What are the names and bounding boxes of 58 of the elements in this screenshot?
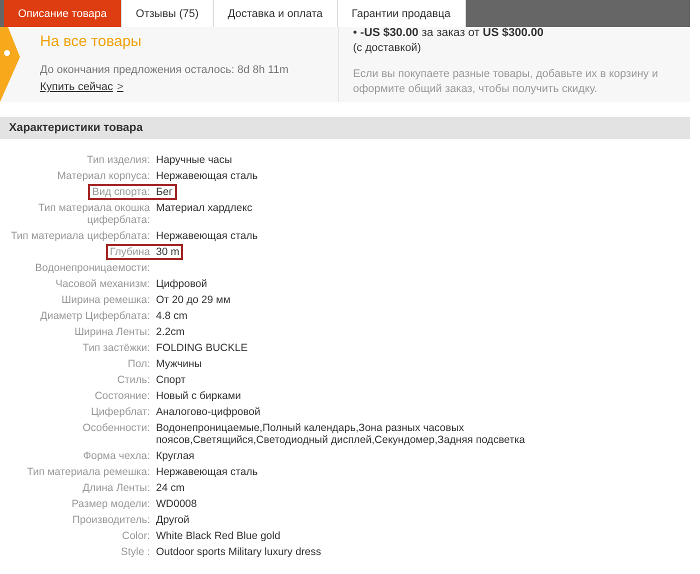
spec-value: Аналогово-цифровой xyxy=(155,405,262,420)
spec-value: Нержавеющая сталь xyxy=(155,465,259,480)
spec-label: Тип изделия: xyxy=(86,153,151,168)
spec-value: 4.8 cm xyxy=(155,309,189,324)
spec-value: Мужчины xyxy=(155,357,203,372)
spec-label: Style : xyxy=(120,545,151,560)
spec-value: White Black Red Blue gold xyxy=(155,529,282,544)
spec-value: 24 cm xyxy=(155,481,186,496)
discount-offer: • -US $30.00 за заказ от US $300.00 xyxy=(353,27,545,39)
spec-label: Тип материала циферблата: xyxy=(10,229,151,244)
spec-value: FOLDING BUCKLE xyxy=(155,341,249,356)
spec-label: Ширина Ленты: xyxy=(73,325,151,340)
spec-label: Размер модели: xyxy=(70,497,151,512)
spec-value: Outdoor sports Military luxury dress xyxy=(155,545,322,560)
spec-label: Тип материала окошка циферблата: xyxy=(37,201,151,228)
spec-label: Color: xyxy=(120,529,151,544)
spec-label: Часовой механизм: xyxy=(54,277,151,292)
spec-label: Тип материала ремешка: xyxy=(26,465,151,480)
spec-label: Пол: xyxy=(126,357,151,372)
spec-label: Ширина ремешка: xyxy=(60,293,151,308)
tab[interactable]: Описание товара xyxy=(4,0,122,27)
spec-label: Вид спорта: xyxy=(88,184,154,200)
spec-value: 30 m xyxy=(154,244,184,260)
spec-label: Циферблат: xyxy=(90,405,151,420)
spec-label: Тип застёжки: xyxy=(82,341,151,356)
offer-note: (с доставкой) xyxy=(353,42,422,54)
spec-value: Круглая xyxy=(155,449,196,464)
spec-value: Наручные часы xyxy=(155,153,234,168)
spec-label: Форма чехла: xyxy=(82,449,151,464)
spec-value: 2.2cm xyxy=(155,325,186,340)
spec-value: Новый с бирками xyxy=(155,389,242,404)
spec-label: Состояние: xyxy=(94,389,151,404)
spec-label: Водонепроницаемости: xyxy=(34,261,151,276)
spec-label: Глубина xyxy=(106,244,154,260)
spec-value: Материал хардлекс xyxy=(155,201,254,216)
spec-value: Нержавеющая сталь xyxy=(155,169,259,184)
spec-label: Длина Ленты: xyxy=(82,481,151,496)
spec-value: Нержавеющая сталь xyxy=(155,229,259,244)
spec-value: Бег xyxy=(154,184,177,200)
promo-subtitle: На все товары xyxy=(40,33,142,50)
spec-value: Водонепроницаемые,Полный календарь,Зона разных часовых поясов,Светящийся,Светодиодный дисплей,Секундомер,Задняя подсветка xyxy=(155,421,526,448)
promo-hint: Если вы покупаете разные товары, добавьте их в корзину и оформите общий заказ, чтобы получить скидку. xyxy=(353,67,659,97)
tab[interactable]: Доставка и оплата xyxy=(214,0,338,27)
spec-value: От 20 до 29 мм xyxy=(155,293,232,308)
section-header: Характеристики товара xyxy=(0,117,690,139)
spec-value: Цифровой xyxy=(155,277,208,292)
spec-value: Другой xyxy=(155,513,190,528)
tab[interactable]: Отзывы (75) xyxy=(122,0,214,27)
spec-label: Стиль: xyxy=(116,373,151,388)
spec-value: Спорт xyxy=(155,373,187,388)
buy-now-link[interactable]: Купить сейчас > xyxy=(40,81,124,93)
spec-label: Производитель: xyxy=(71,513,151,528)
spec-value: WD0008 xyxy=(155,497,198,512)
tab[interactable]: Гарантии продавца xyxy=(338,0,466,27)
spec-label: Особенности: xyxy=(82,421,151,436)
countdown-text: До окончания предложения осталось: 8d 8h 11m xyxy=(40,64,290,76)
spec-label: Диаметр Циферблата: xyxy=(39,309,151,324)
spec-label: Материал корпуса: xyxy=(56,169,151,184)
